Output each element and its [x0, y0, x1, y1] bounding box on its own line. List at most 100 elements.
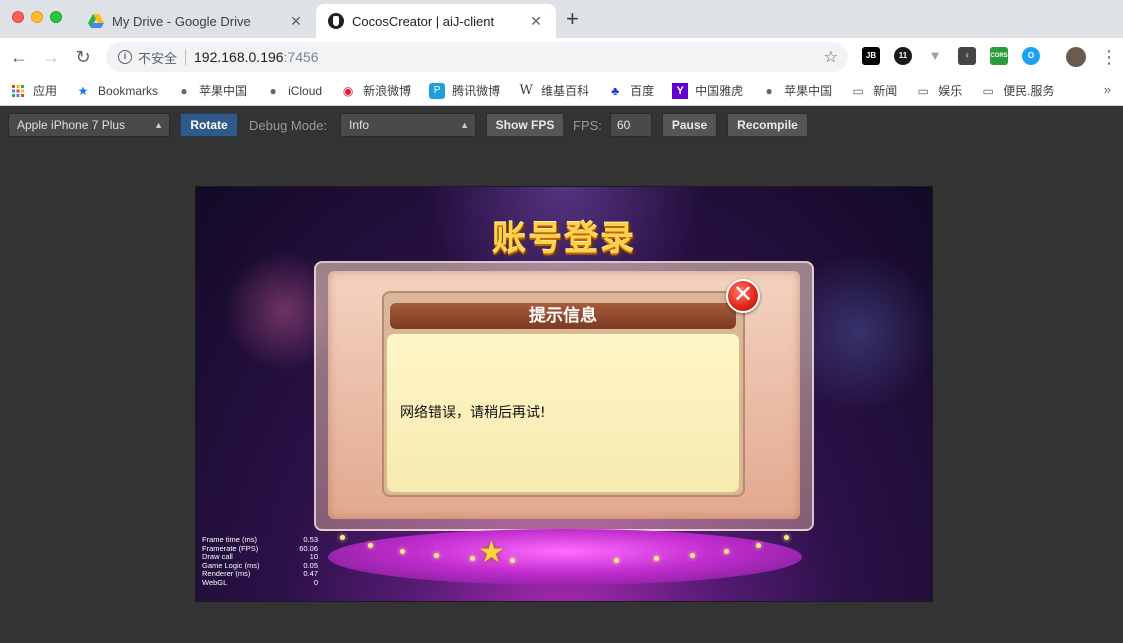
debug-mode-select[interactable]: Info ▲ [340, 113, 476, 137]
folder-icon: ▭ [982, 83, 994, 98]
bookmark-label: 腾讯微博 [452, 84, 501, 98]
vue-devtools-icon[interactable]: ▼ [926, 47, 944, 65]
tab-title: CocosCreator | aiJ-client [352, 13, 495, 29]
recompile-button[interactable]: Recompile [727, 113, 808, 137]
debug-stats-panel: Frame time (ms) 0.53 Framerate (FPS) 60.06… [202, 535, 318, 588]
baidu-icon: ♣ [611, 83, 620, 98]
stage-light [784, 535, 789, 540]
tab-google-drive[interactable]: My Drive - Google Drive ✕ [76, 4, 316, 38]
menu-kebab-icon[interactable]: ⋮ [1098, 46, 1120, 68]
stage-light [614, 558, 619, 563]
stage-light [724, 549, 729, 554]
yahoo-icon: Y [672, 82, 689, 99]
window-close-button[interactable] [12, 11, 24, 23]
apple-icon: ● [180, 83, 188, 98]
bookmark-tencent-weibo[interactable]: P 腾讯微博 [429, 82, 500, 99]
apple-icon: ● [269, 83, 277, 98]
weibo-icon: ◉ [342, 83, 354, 98]
bookmarks-bar: 应用 ★ Bookmarks ● 苹果中国 ● iCloud ◉ 新浪微博 P … [0, 76, 1123, 106]
info-icon[interactable]: i [118, 50, 132, 64]
bookmark-icloud[interactable]: ● iCloud [265, 83, 322, 99]
google-drive-icon [88, 14, 104, 28]
bookmark-label: 应用 [33, 84, 58, 98]
alert-dialog-title: 提示信息 [390, 303, 736, 329]
bookmark-apple-china[interactable]: ● 苹果中国 [176, 82, 247, 99]
star-icon: ★ [77, 83, 89, 98]
url-host: 192.168.0.196 [194, 49, 284, 65]
show-fps-button[interactable]: Show FPS [486, 113, 564, 137]
bookmarks-overflow-icon[interactable]: » [1104, 82, 1111, 97]
bookmark-apps[interactable]: 应用 [10, 82, 57, 99]
select-arrows-icon: ▲ [460, 120, 469, 130]
tab-close-icon[interactable]: ✕ [288, 13, 304, 30]
security-label: 不安全 [138, 50, 178, 66]
new-tab-button[interactable]: + [566, 8, 579, 30]
debug-mode-label: Debug Mode: [249, 118, 328, 133]
pause-button[interactable]: Pause [662, 113, 717, 137]
bookmark-label: 中国雅虎 [695, 84, 744, 98]
stage-light [510, 558, 515, 563]
bookmark-label: iCloud [288, 83, 323, 98]
stage-light [340, 535, 345, 540]
stage-light [690, 553, 695, 558]
cocos-preview-toolbar: Apple iPhone 7 Plus ▲ Rotate Debug Mode:… [0, 106, 1123, 144]
stage-platform [328, 529, 802, 585]
tab-cocos-creator[interactable]: CocosCreator | aiJ-client ✕ [316, 4, 556, 38]
bookmark-label: 新闻 [873, 84, 898, 98]
window-zoom-button[interactable] [50, 11, 62, 23]
url-port: :7456 [283, 49, 319, 65]
stage-light [654, 556, 659, 561]
rotate-button[interactable]: Rotate [180, 113, 238, 137]
folder-icon: ▭ [917, 83, 929, 98]
tab-close-icon[interactable]: ✕ [528, 13, 544, 30]
cors-extension-icon[interactable]: CORS [990, 47, 1008, 65]
bookmark-label: Bookmarks [98, 83, 159, 98]
bookmark-bookmarks[interactable]: ★ Bookmarks [75, 83, 158, 99]
window-minimize-button[interactable] [31, 11, 43, 23]
stage-light [400, 549, 405, 554]
bookmark-label: 娱乐 [938, 84, 963, 98]
back-arrow-icon[interactable]: ← [8, 46, 30, 68]
address-bar[interactable]: i 不安全 192.168.0.196:7456 ☆ [106, 42, 848, 72]
jetbrains-extension-icon[interactable]: JB [862, 47, 880, 65]
ublock-extension-icon[interactable]: 11 [894, 47, 912, 65]
login-title: 账号登录 [492, 219, 636, 259]
forward-arrow-icon[interactable]: → [40, 46, 62, 68]
idea-extension-icon[interactable]: ♀ [958, 47, 976, 65]
tencent-weibo-icon: P [429, 82, 446, 99]
fps-input[interactable]: 60 [610, 113, 652, 137]
omnibox-divider [185, 49, 187, 65]
bookmark-yahoo-china[interactable]: Y 中国雅虎 [672, 82, 743, 99]
wikipedia-icon: W [519, 83, 533, 98]
bookmark-folder-entertainment[interactable]: ▭ 娱乐 [915, 82, 963, 99]
bookmark-folder-services[interactable]: ▭ 便民.服务 [980, 82, 1055, 99]
profile-avatar[interactable] [1066, 47, 1086, 67]
game-canvas[interactable]: 账号登录 ★ 提示信息 网络错误，请稍后再试! ✕ Frame time (ms… [195, 186, 933, 602]
device-select[interactable]: Apple iPhone 7 Plus ▲ [8, 113, 170, 137]
bookmark-label: 维基百科 [541, 84, 590, 98]
stage-light [470, 556, 475, 561]
reload-icon[interactable]: ↻ [72, 46, 94, 68]
debug-mode-value: Info [349, 118, 370, 132]
stat-row: WebGL 0 [202, 578, 318, 588]
browser-toolbar: ← → ↻ i 不安全 192.168.0.196:7456 ☆ JB 11 ▼… [0, 38, 1123, 76]
bookmark-sina-weibo[interactable]: ◉ 新浪微博 [340, 82, 411, 99]
tab-title: My Drive - Google Drive [112, 13, 251, 29]
bookmark-apple-china-2[interactable]: ● 苹果中国 [761, 82, 833, 99]
stage-light [434, 553, 439, 558]
alert-dialog-message: 网络错误，请稍后再试! [400, 405, 546, 421]
cocos-creator-icon [328, 13, 344, 29]
bookmark-label: 苹果中国 [784, 84, 833, 98]
close-icon[interactable]: ✕ [726, 279, 760, 313]
star-icon: ★ [478, 536, 505, 569]
bookmark-wikipedia[interactable]: W 维基百科 [518, 82, 589, 99]
bookmark-star-icon[interactable]: ☆ [824, 47, 838, 67]
bookmark-baidu[interactable]: ♣ 百度 [607, 82, 654, 99]
apple-icon: ● [765, 83, 773, 98]
stage-light [368, 543, 373, 548]
bookmark-label: 新浪微博 [363, 84, 412, 98]
circle-extension-icon[interactable]: O [1022, 47, 1040, 65]
bookmark-folder-news[interactable]: ▭ 新闻 [850, 82, 898, 99]
bookmark-label: 苹果中国 [199, 84, 248, 98]
apps-grid-icon [10, 83, 26, 99]
